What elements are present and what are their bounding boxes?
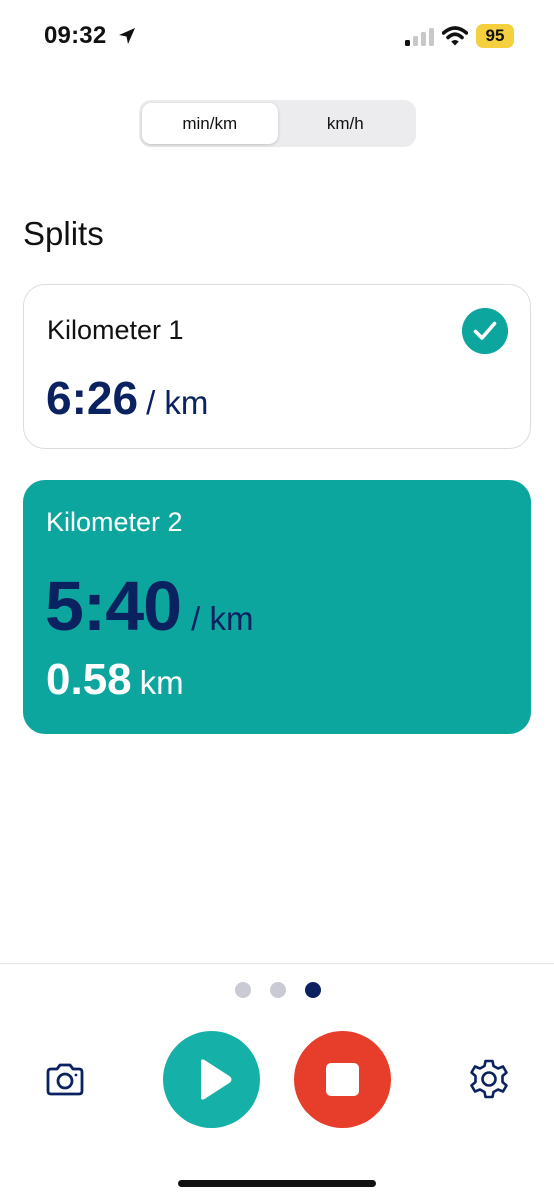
split-pace: 6:26/ km <box>46 371 208 425</box>
play-icon <box>201 1059 232 1100</box>
pace-unit: / km <box>146 384 209 421</box>
pace-value: 5:40 <box>45 567 182 645</box>
pace-unit: / km <box>191 600 254 637</box>
status-time: 09:32 <box>44 22 107 49</box>
stop-icon <box>326 1063 359 1096</box>
split-label: Kilometer 1 <box>47 315 184 345</box>
settings-gear-icon[interactable] <box>466 1056 512 1102</box>
status-bar: 09:32 95 <box>0 0 554 72</box>
page-dot-1[interactable] <box>235 982 251 998</box>
distance-value: 0.58 <box>46 655 132 704</box>
distance-unit: km <box>139 664 184 701</box>
split-card-2-active: Kilometer 2 5:40/ km 0.58 km <box>23 480 531 734</box>
split-pace: 5:40/ km <box>45 566 253 646</box>
camera-icon[interactable] <box>43 1058 87 1102</box>
segment-min-per-km[interactable]: min/km <box>142 103 278 144</box>
pace-value: 6:26 <box>46 372 139 424</box>
home-indicator <box>178 1180 376 1187</box>
page-dot-2[interactable] <box>270 982 286 998</box>
split-label: Kilometer 2 <box>46 507 183 537</box>
play-button[interactable] <box>163 1031 260 1128</box>
split-distance: 0.58 km <box>46 655 184 705</box>
stop-button[interactable] <box>294 1031 391 1128</box>
bottom-divider <box>0 963 554 964</box>
unit-segmented-control[interactable]: min/km km/h <box>139 100 416 147</box>
segment-km-per-h[interactable]: km/h <box>278 103 414 144</box>
cellular-signal-icon <box>405 28 434 46</box>
location-arrow-icon <box>119 28 135 44</box>
wifi-icon <box>442 26 468 46</box>
page-indicator <box>235 982 321 998</box>
splits-title: Splits <box>23 215 104 252</box>
page-dot-3[interactable] <box>305 982 321 998</box>
battery-icon: 95 <box>476 24 514 48</box>
split-card-1: Kilometer 1 6:26/ km <box>23 284 531 449</box>
checkmark-icon <box>462 308 508 354</box>
